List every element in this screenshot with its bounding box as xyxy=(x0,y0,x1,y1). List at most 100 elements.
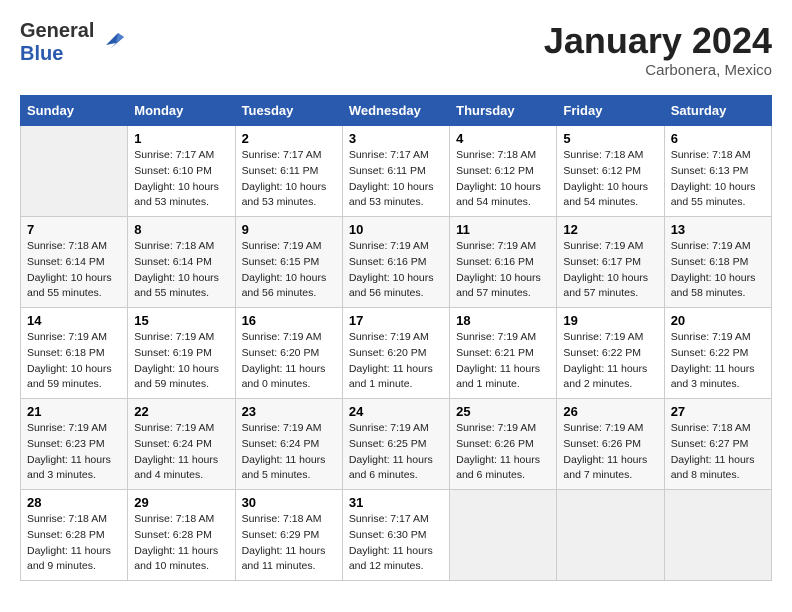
calendar-cell: 25 Sunrise: 7:19 AMSunset: 6:26 PMDayligh… xyxy=(450,399,557,490)
day-info: Sunrise: 7:18 AMSunset: 6:14 PMDaylight:… xyxy=(27,239,121,302)
calendar-cell: 6 Sunrise: 7:18 AMSunset: 6:13 PMDaylight… xyxy=(664,126,771,217)
day-number: 26 xyxy=(563,404,657,419)
day-info: Sunrise: 7:19 AMSunset: 6:18 PMDaylight:… xyxy=(27,330,121,393)
calendar-cell: 7 Sunrise: 7:18 AMSunset: 6:14 PMDaylight… xyxy=(21,217,128,308)
day-number: 23 xyxy=(242,404,336,419)
day-info: Sunrise: 7:18 AMSunset: 6:28 PMDaylight:… xyxy=(27,512,121,575)
logo-text: General Blue xyxy=(20,20,94,66)
day-info: Sunrise: 7:17 AMSunset: 6:10 PMDaylight:… xyxy=(134,148,228,211)
calendar-cell: 27 Sunrise: 7:18 AMSunset: 6:27 PMDayligh… xyxy=(664,399,771,490)
day-number: 13 xyxy=(671,222,765,237)
day-number: 22 xyxy=(134,404,228,419)
weekday-header-sunday: Sunday xyxy=(21,96,128,126)
calendar-cell: 21 Sunrise: 7:19 AMSunset: 6:23 PMDayligh… xyxy=(21,399,128,490)
calendar-cell: 5 Sunrise: 7:18 AMSunset: 6:12 PMDaylight… xyxy=(557,126,664,217)
day-info: Sunrise: 7:19 AMSunset: 6:21 PMDaylight:… xyxy=(456,330,550,393)
calendar-week-5: 28 Sunrise: 7:18 AMSunset: 6:28 PMDayligh… xyxy=(21,490,772,581)
calendar-cell: 31 Sunrise: 7:17 AMSunset: 6:30 PMDayligh… xyxy=(342,490,449,581)
calendar-cell: 19Sunrise: 7:19 AMSunset: 6:22 PMDayligh… xyxy=(557,308,664,399)
day-info: Sunrise: 7:18 AMSunset: 6:14 PMDaylight:… xyxy=(134,239,228,302)
title-section: January 2024 Carbonera, Mexico xyxy=(544,20,772,79)
day-number: 1 xyxy=(134,131,228,146)
calendar-cell: 2Sunrise: 7:17 AMSunset: 6:11 PMDaylight… xyxy=(235,126,342,217)
weekday-header-wednesday: Wednesday xyxy=(342,96,449,126)
day-number: 11 xyxy=(456,222,550,237)
calendar-cell: 26 Sunrise: 7:19 AMSunset: 6:26 PMDayligh… xyxy=(557,399,664,490)
calendar-cell xyxy=(21,126,128,217)
day-info: Sunrise: 7:18 AMSunset: 6:27 PMDaylight:… xyxy=(671,421,765,484)
day-info: Sunrise: 7:19 AMSunset: 6:26 PMDaylight:… xyxy=(456,421,550,484)
weekday-header-tuesday: Tuesday xyxy=(235,96,342,126)
day-number: 7 xyxy=(27,222,121,237)
calendar-cell: 28 Sunrise: 7:18 AMSunset: 6:28 PMDayligh… xyxy=(21,490,128,581)
day-info: Sunrise: 7:19 AMSunset: 6:15 PMDaylight:… xyxy=(242,239,336,302)
location-subtitle: Carbonera, Mexico xyxy=(544,62,772,79)
day-info: Sunrise: 7:19 AMSunset: 6:24 PMDaylight:… xyxy=(134,421,228,484)
day-info: Sunrise: 7:18 AMSunset: 6:13 PMDaylight:… xyxy=(671,148,765,211)
day-number: 31 xyxy=(349,495,443,510)
day-number: 24 xyxy=(349,404,443,419)
calendar-cell: 23 Sunrise: 7:19 AMSunset: 6:24 PMDayligh… xyxy=(235,399,342,490)
calendar-cell: 13 Sunrise: 7:19 AMSunset: 6:18 PMDayligh… xyxy=(664,217,771,308)
day-number: 28 xyxy=(27,495,121,510)
day-info: Sunrise: 7:19 AMSunset: 6:18 PMDaylight:… xyxy=(671,239,765,302)
calendar-cell: 3 Sunrise: 7:17 AMSunset: 6:11 PMDaylight… xyxy=(342,126,449,217)
calendar-cell: 10Sunrise: 7:19 AMSunset: 6:16 PMDayligh… xyxy=(342,217,449,308)
calendar-cell: 12Sunrise: 7:19 AMSunset: 6:17 PMDayligh… xyxy=(557,217,664,308)
calendar-cell: 18 Sunrise: 7:19 AMSunset: 6:21 PMDayligh… xyxy=(450,308,557,399)
calendar-cell: 4 Sunrise: 7:18 AMSunset: 6:12 PMDaylight… xyxy=(450,126,557,217)
calendar-cell: 14 Sunrise: 7:19 AMSunset: 6:18 PMDayligh… xyxy=(21,308,128,399)
day-number: 19 xyxy=(563,313,657,328)
day-number: 8 xyxy=(134,222,228,237)
day-info: Sunrise: 7:19 AMSunset: 6:19 PMDaylight:… xyxy=(134,330,228,393)
day-number: 18 xyxy=(456,313,550,328)
weekday-header-saturday: Saturday xyxy=(664,96,771,126)
day-info: Sunrise: 7:18 AMSunset: 6:28 PMDaylight:… xyxy=(134,512,228,575)
calendar-cell: 11Sunrise: 7:19 AMSunset: 6:16 PMDayligh… xyxy=(450,217,557,308)
calendar-cell: 30 Sunrise: 7:18 AMSunset: 6:29 PMDayligh… xyxy=(235,490,342,581)
day-info: Sunrise: 7:19 AMSunset: 6:24 PMDaylight:… xyxy=(242,421,336,484)
weekday-header-monday: Monday xyxy=(128,96,235,126)
day-number: 14 xyxy=(27,313,121,328)
month-title: January 2024 xyxy=(544,20,772,62)
calendar-cell: 17 Sunrise: 7:19 AMSunset: 6:20 PMDayligh… xyxy=(342,308,449,399)
day-number: 6 xyxy=(671,131,765,146)
calendar-cell: 15 Sunrise: 7:19 AMSunset: 6:19 PMDayligh… xyxy=(128,308,235,399)
calendar-cell: 9Sunrise: 7:19 AMSunset: 6:15 PMDaylight… xyxy=(235,217,342,308)
day-info: Sunrise: 7:17 AMSunset: 6:30 PMDaylight:… xyxy=(349,512,443,575)
day-info: Sunrise: 7:19 AMSunset: 6:17 PMDaylight:… xyxy=(563,239,657,302)
day-info: Sunrise: 7:19 AMSunset: 6:16 PMDaylight:… xyxy=(349,239,443,302)
day-number: 25 xyxy=(456,404,550,419)
calendar-cell: 1 Sunrise: 7:17 AMSunset: 6:10 PMDaylight… xyxy=(128,126,235,217)
day-number: 16 xyxy=(242,313,336,328)
day-info: Sunrise: 7:19 AMSunset: 6:25 PMDaylight:… xyxy=(349,421,443,484)
calendar-week-1: 1 Sunrise: 7:17 AMSunset: 6:10 PMDaylight… xyxy=(21,126,772,217)
calendar-header: SundayMondayTuesdayWednesdayThursdayFrid… xyxy=(21,96,772,126)
day-info: Sunrise: 7:19 AMSunset: 6:20 PMDaylight:… xyxy=(349,330,443,393)
day-info: Sunrise: 7:18 AMSunset: 6:12 PMDaylight:… xyxy=(563,148,657,211)
day-info: Sunrise: 7:19 AMSunset: 6:23 PMDaylight:… xyxy=(27,421,121,484)
day-number: 4 xyxy=(456,131,550,146)
header: General Blue January 2024 Carbonera, Mex… xyxy=(20,20,772,79)
calendar-body: 1 Sunrise: 7:17 AMSunset: 6:10 PMDaylight… xyxy=(21,126,772,581)
day-number: 21 xyxy=(27,404,121,419)
day-number: 27 xyxy=(671,404,765,419)
day-number: 30 xyxy=(242,495,336,510)
calendar-cell: 8 Sunrise: 7:18 AMSunset: 6:14 PMDaylight… xyxy=(128,217,235,308)
day-info: Sunrise: 7:18 AMSunset: 6:12 PMDaylight:… xyxy=(456,148,550,211)
day-info: Sunrise: 7:19 AMSunset: 6:26 PMDaylight:… xyxy=(563,421,657,484)
logo-bird-icon xyxy=(96,29,124,57)
calendar-cell: 20Sunrise: 7:19 AMSunset: 6:22 PMDayligh… xyxy=(664,308,771,399)
weekday-header-friday: Friday xyxy=(557,96,664,126)
day-info: Sunrise: 7:19 AMSunset: 6:22 PMDaylight:… xyxy=(671,330,765,393)
day-number: 17 xyxy=(349,313,443,328)
day-info: Sunrise: 7:17 AMSunset: 6:11 PMDaylight:… xyxy=(349,148,443,211)
day-number: 2 xyxy=(242,131,336,146)
calendar-cell: 24 Sunrise: 7:19 AMSunset: 6:25 PMDayligh… xyxy=(342,399,449,490)
day-number: 3 xyxy=(349,131,443,146)
logo-general: General xyxy=(20,20,94,42)
day-number: 15 xyxy=(134,313,228,328)
day-number: 5 xyxy=(563,131,657,146)
day-info: Sunrise: 7:19 AMSunset: 6:20 PMDaylight:… xyxy=(242,330,336,393)
day-info: Sunrise: 7:18 AMSunset: 6:29 PMDaylight:… xyxy=(242,512,336,575)
